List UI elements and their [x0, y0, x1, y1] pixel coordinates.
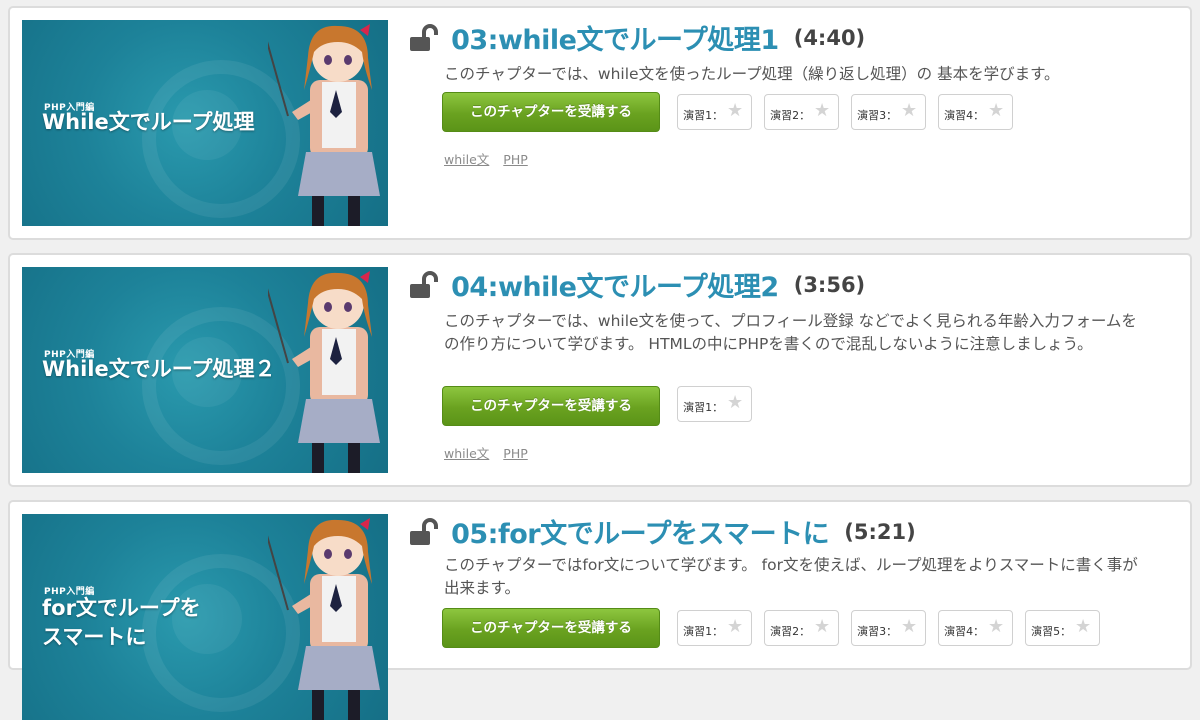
thumbnail-title: While文でループ処理２: [42, 357, 276, 381]
star-icon: ★: [987, 100, 1005, 121]
exercise-label: 演習3：: [857, 109, 898, 122]
unlock-icon: [410, 23, 438, 51]
star-icon: ★: [726, 100, 744, 121]
tag-link[interactable]: PHP: [503, 446, 527, 461]
exercise-label: 演習1：: [683, 109, 724, 122]
chapter-title[interactable]: 05:for文でループをスマートに: [451, 512, 830, 551]
chapter-tags: while文 PHP: [444, 149, 538, 168]
star-icon: ★: [813, 100, 831, 121]
chapter-thumbnail[interactable]: PHP入門編 for文でループを スマートに: [22, 514, 388, 720]
chapter-duration: (5:21): [844, 519, 916, 544]
chapter-actions: このチャプターを受講する 演習1： ★ 演習2： ★ 演習3： ★ 演習4： ★: [442, 92, 1014, 132]
chapter-card: PHP入門編 While文でループ処理 03:while文でループ処理1 (4:…: [8, 6, 1192, 240]
tag-link[interactable]: while文: [444, 446, 489, 461]
take-chapter-button[interactable]: このチャプターを受講する: [442, 386, 660, 426]
star-icon: ★: [1074, 616, 1092, 637]
exercise-label: 演習3：: [857, 625, 898, 638]
chapter-duration: (4:40): [793, 25, 866, 50]
exercise-badge[interactable]: 演習5： ★: [1025, 610, 1101, 646]
chapter-title[interactable]: 04:while文でループ処理2: [451, 265, 779, 304]
character-illustration: [268, 518, 380, 720]
star-icon: ★: [726, 392, 744, 413]
unlock-icon: [410, 270, 438, 298]
thumbnail-title: for文でループを スマートに: [42, 596, 201, 649]
star-icon: ★: [900, 100, 918, 121]
chapter-tags: while文 PHP: [444, 443, 538, 462]
exercise-label: 演習4：: [944, 625, 985, 638]
chapter-thumbnail[interactable]: PHP入門編 While文でループ処理２: [22, 267, 388, 473]
character-illustration: [268, 24, 380, 226]
exercise-badge[interactable]: 演習1： ★: [677, 386, 753, 422]
chapter-description: このチャプターではfor文について学びます。 for文を使えば、ループ処理をより…: [444, 556, 1138, 597]
chapter-actions: このチャプターを受講する 演習1： ★: [442, 386, 753, 426]
exercise-label: 演習1：: [683, 625, 724, 638]
chapter-list: PHP入門編 While文でループ処理 03:while文でループ処理1 (4:…: [0, 0, 1200, 720]
exercise-badge[interactable]: 演習2： ★: [764, 94, 840, 130]
chapter-title[interactable]: 03:while文でループ処理1: [451, 18, 779, 57]
chapter-card: PHP入門編 While文でループ処理２ 04:while文でループ処理2 (3…: [8, 253, 1192, 487]
exercise-badge[interactable]: 演習4： ★: [938, 610, 1014, 646]
thumbnail-title: While文でループ処理: [42, 110, 255, 134]
unlock-icon: [410, 517, 438, 545]
chapter-card: PHP入門編 for文でループを スマートに 05:for文でループをスマートに…: [8, 500, 1192, 720]
star-icon: ★: [900, 616, 918, 637]
chapter-title-row: 05:for文でループをスマートに (5:21): [408, 512, 916, 551]
exercise-badge[interactable]: 演習3： ★: [851, 94, 927, 130]
chapter-description: このチャプターでは、while文を使って、プロフィール登録 などでよく見られる年…: [444, 312, 1137, 353]
tag-link[interactable]: while文: [444, 152, 489, 167]
chapter-actions: このチャプターを受講する 演習1： ★ 演習2： ★ 演習3： ★ 演習4： ★…: [442, 608, 1101, 648]
take-chapter-button[interactable]: このチャプターを受講する: [442, 92, 660, 132]
character-illustration: [268, 271, 380, 473]
chapter-description: このチャプターでは、while文を使ったループ処理（繰り返し処理）の 基本を学び…: [444, 65, 1060, 83]
exercise-badge[interactable]: 演習1： ★: [677, 94, 753, 130]
exercise-label: 演習2：: [770, 109, 811, 122]
exercise-badge[interactable]: 演習2： ★: [764, 610, 840, 646]
star-icon: ★: [987, 616, 1005, 637]
take-chapter-button[interactable]: このチャプターを受講する: [442, 608, 660, 648]
exercise-badge[interactable]: 演習1： ★: [677, 610, 753, 646]
tag-link[interactable]: PHP: [503, 152, 527, 167]
exercise-label: 演習4：: [944, 109, 985, 122]
chapter-title-row: 03:while文でループ処理1 (4:40): [408, 18, 865, 57]
exercise-label: 演習2：: [770, 625, 811, 638]
exercise-badge[interactable]: 演習3： ★: [851, 610, 927, 646]
exercise-label: 演習5：: [1031, 625, 1072, 638]
chapter-thumbnail[interactable]: PHP入門編 While文でループ処理: [22, 20, 388, 226]
exercise-label: 演習1：: [683, 401, 724, 414]
chapter-title-row: 04:while文でループ処理2 (3:56): [408, 265, 865, 304]
star-icon: ★: [813, 616, 831, 637]
exercise-badge[interactable]: 演習4： ★: [938, 94, 1014, 130]
chapter-duration: (3:56): [793, 272, 866, 297]
star-icon: ★: [726, 616, 744, 637]
